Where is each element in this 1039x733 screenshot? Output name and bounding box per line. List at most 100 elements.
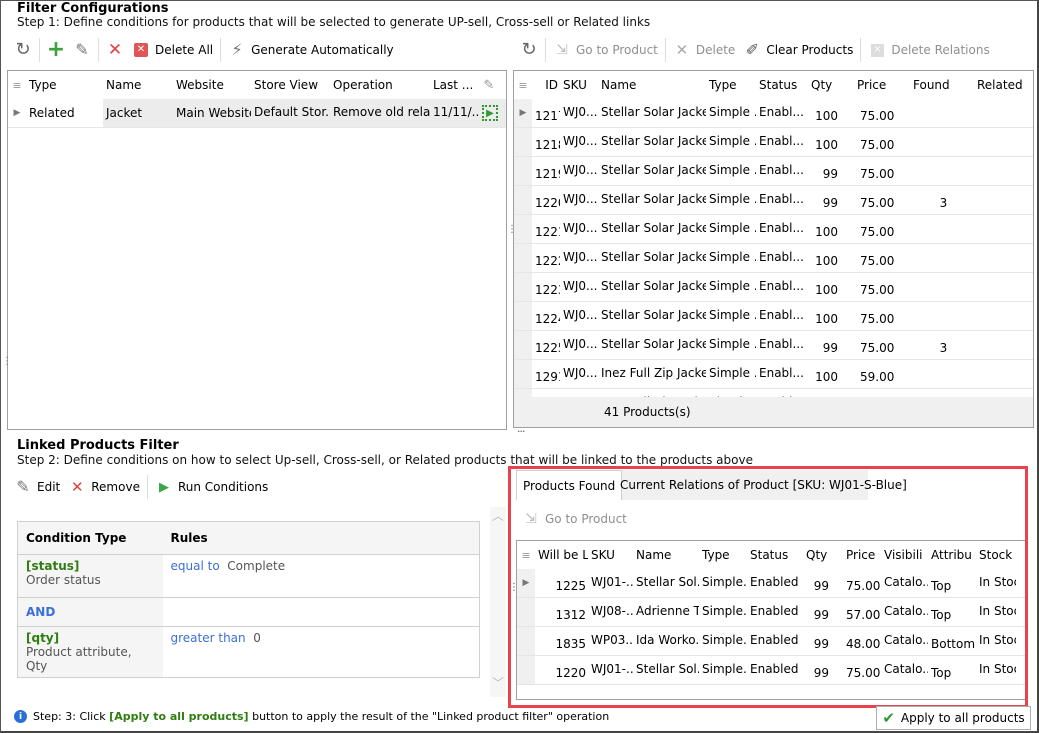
logic-operator[interactable]: AND [26,605,55,619]
col-sku[interactable]: SKU [560,78,598,92]
table-row[interactable]: 1220 WJ01-...Stellar Sol...Simple...Enabl… [517,656,1025,685]
col-price[interactable]: Price [843,548,881,562]
cell-status: Enabl... [759,221,804,235]
tab-products-found[interactable]: Products Found [516,470,623,500]
condition-operator[interactable]: equal to [171,559,220,573]
col-type[interactable]: Type [706,78,756,92]
col-sku[interactable]: SKU [588,548,633,562]
col-operation[interactable]: Operation [330,78,430,92]
clear-products-button[interactable]: ✐ Clear Products [739,38,857,62]
apply-to-all-products-button[interactable]: ✔ Apply to all products [876,706,1031,730]
condition-value[interactable]: Complete [227,559,285,573]
col-last[interactable]: Last ... [430,78,480,92]
col-name[interactable]: Name [103,78,173,92]
edit-condition-button[interactable]: ✎ Edit [10,475,64,499]
cell-price: 75.00 [860,196,895,210]
cell-qty: 99 [813,637,829,651]
cell-name: Stellar Solar Jacket-... [601,250,706,264]
toolbar-separator [860,38,862,62]
column-chooser-icon[interactable]: ≡ [514,79,532,92]
cell-price: 75.00 [860,283,895,297]
col-attribute[interactable]: Attribu [928,548,976,562]
table-row[interactable]: 1312 WJ08-...Adrienne T...Simple...Enable… [517,598,1025,627]
scroll-up-icon[interactable]: ︿ [490,507,506,524]
condition-value[interactable]: 0 [253,631,261,645]
remove-label: Remove [91,480,140,494]
table-row[interactable]: 1221WJ0...Stellar Solar Jacket-...Simple… [514,215,1033,244]
column-chooser-icon[interactable]: ≡ [8,79,26,92]
table-row[interactable]: ▶ 1225 WJ01-...Stellar Sol...Simple...Enab… [517,569,1025,598]
conditions-scrollbar[interactable]: ︿ ﹀ [490,507,506,697]
col-id[interactable]: ID [532,78,560,92]
col-visibility[interactable]: Visibili [881,548,928,562]
refresh-products-button[interactable]: ↻ [516,38,542,62]
toolbar-separator [98,38,99,62]
cell-price: 75.00 [846,579,881,593]
refresh-button[interactable]: ↻ [10,38,36,62]
col-store-view[interactable]: Store View [251,78,330,92]
cell-sku: WP03... [591,633,633,647]
table-row[interactable]: ▶ Related Jacket Main Website Default St… [8,99,506,128]
delete-relations-button[interactable]: ✕ Delete Relations [864,38,993,62]
col-name[interactable]: Name [598,78,706,92]
cell-qty: 100 [815,109,838,123]
cell-status: Enabl... [759,366,804,380]
edit-button[interactable]: ✎ [69,38,95,62]
condition-logic-row[interactable]: AND [17,597,480,627]
col-type[interactable]: Type [699,548,747,562]
col-price[interactable]: Price [854,78,910,92]
go-to-product-icon: ⇲ [556,42,568,58]
table-row[interactable]: 1220WJ0...Stellar Solar Jacket-...Simple… [514,186,1033,215]
cell-type: Simple... [702,575,747,589]
found-grid: ≡ Will be L SKU Name Type Status Qty Pri… [516,540,1026,700]
delete-product-button[interactable]: ✕ Delete [669,38,739,62]
tab-current-relations[interactable]: Current Relations of Product [SKU: WJ01-… [614,470,913,500]
table-row[interactable]: 1225WJ0...Stellar Solar Jacket-...Simple… [514,331,1033,360]
delete-all-button[interactable]: ✕ Delete All [128,38,217,62]
table-row[interactable]: 1224WJ0...Stellar Solar Jacket-...Simple… [514,302,1033,331]
delete-button[interactable]: ✕ [102,38,128,62]
col-found[interactable]: Found [910,78,974,92]
col-type[interactable]: Type [26,78,103,92]
run-conditions-button[interactable]: ▶ Run Conditions [151,475,272,499]
condition-row[interactable]: [status] Order status equal to Complete [17,554,480,598]
table-row[interactable]: 1218WJ0...Stellar Solar Jacket-...Simple… [514,128,1033,157]
cell-id: 1222 [535,254,560,268]
column-chooser-icon[interactable]: ≡ [517,549,535,562]
splitter-handle[interactable]: ⋮ [509,582,519,593]
table-row[interactable]: 1291WJ0...Inez Full Zip Jacket-...Simple… [514,360,1033,389]
scroll-down-icon[interactable]: ﹀ [490,674,506,691]
row-indicator [514,331,532,359]
col-status[interactable]: Status [756,78,808,92]
delete-relations-icon: ✕ [868,41,886,59]
add-button[interactable]: + [43,38,69,62]
table-row[interactable]: 1223WJ0...Stellar Solar Jacket-...Simple… [514,273,1033,302]
run-icon[interactable]: ▶ [482,105,498,121]
table-row[interactable]: ▶1217WJ0...Stellar Solar Jacket-...Simpl… [514,99,1033,128]
found-go-to-product-button[interactable]: ⇲ Go to Product [518,507,631,531]
condition-row[interactable]: [qty] Product attribute, Qty greater tha… [17,626,480,678]
generate-automatically-button[interactable]: ⚡ Generate Automatically [224,38,398,62]
col-qty[interactable]: Qty [808,78,854,92]
cell-sku: WJ0... [563,250,598,264]
col-status[interactable]: Status [747,548,803,562]
table-row[interactable]: 1835 WP03...Ida Worko...Simple...Enabled 9… [517,627,1025,656]
col-name[interactable]: Name [633,548,699,562]
splitter-handle[interactable]: ⋮ [2,357,12,367]
splitter-handle[interactable]: ··· [517,425,525,438]
cell-qty: 99 [813,579,829,593]
col-will-be-linked[interactable]: Will be L [535,548,588,562]
col-qty[interactable]: Qty [803,548,843,562]
table-row[interactable]: 1219WJ0...Stellar Solar Jacket-...Simple… [514,157,1033,186]
col-related[interactable]: Related [974,78,1024,92]
cell-sku: WJ0... [563,366,598,380]
col-website[interactable]: Website [173,78,251,92]
remove-condition-button[interactable]: ✕ Remove [64,475,144,499]
cell-name: Stellar Solar Jacket-... [601,279,706,293]
cell-qty: 99 [822,196,838,210]
cell-id: 1220 [555,666,586,680]
condition-operator[interactable]: greater than [171,631,246,645]
table-row[interactable]: 1222WJ0...Stellar Solar Jacket-...Simple… [514,244,1033,273]
col-stock[interactable]: Stock A [976,548,1016,562]
go-to-product-button[interactable]: ⇲ Go to Product [549,38,662,62]
